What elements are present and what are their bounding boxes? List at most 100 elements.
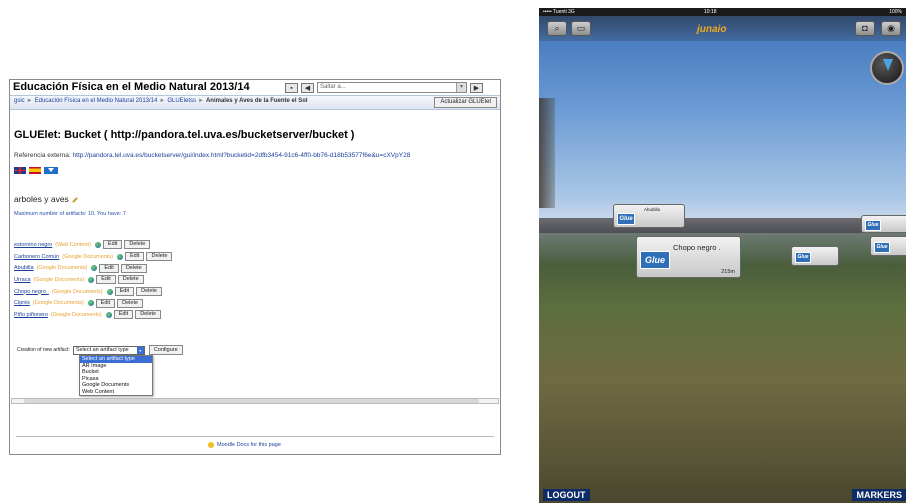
chevron-down-icon: ▾ xyxy=(136,346,144,354)
poi-marker-small[interactable]: Glue xyxy=(861,215,906,233)
breadcrumb: gsic ► Educación Física en el Medio Natura… xyxy=(14,98,308,104)
moodle-window: Educación Física en el Medio Natural 201… xyxy=(9,79,501,455)
artifact-link[interactable]: Ciprés xyxy=(14,300,30,306)
breadcrumb-item-gluelets[interactable]: GLUEletss xyxy=(167,98,196,104)
poi-marker-small[interactable]: Glue Abubilla xyxy=(613,204,685,228)
artifact-type-select[interactable]: Select an artifact type ▾ xyxy=(72,345,145,355)
course-title: Educación Física en el Medio Natural 201… xyxy=(13,81,250,93)
artifact-row: estornino negro (Web Content) Edit Delete xyxy=(14,239,172,251)
artifact-type: (Google Documents) xyxy=(33,276,85,283)
spain-flag-icon[interactable] xyxy=(29,167,41,174)
footer: Moodle Docs for this page xyxy=(208,442,281,448)
navbar: gsic ► Educación Física en el Medio Natura… xyxy=(10,95,500,110)
delete-button[interactable]: Delete xyxy=(117,298,144,308)
jump-to-select[interactable]: Saltar a... ▾ xyxy=(317,82,467,93)
artifact-row: Carbonero Común (Google Documents) Edit Del… xyxy=(14,251,173,263)
artifact-link[interactable]: Piño piñonero xyxy=(14,312,48,318)
poi-name: Abubilla xyxy=(644,207,661,212)
update-gluelet-button[interactable]: Actualizar GLUElet xyxy=(434,97,497,108)
configure-button[interactable]: Configure xyxy=(148,345,183,355)
artifact-link[interactable]: Chopo negro . xyxy=(14,289,49,295)
gluelet-icon: Glue xyxy=(795,252,811,263)
scan-icon[interactable]: ◉ xyxy=(881,21,901,36)
breadcrumb-item-current: Animales y Aves de la Fuente el Sol xyxy=(205,98,308,104)
search-icon[interactable]: ⌕ xyxy=(547,21,567,36)
jump-to-controls: ▪ ◀ Saltar a... ▾ ▶ xyxy=(285,82,483,93)
bucket-name: arboles y aves xyxy=(14,194,78,204)
poi-marker-main[interactable]: Glue Chopo negro . 215m xyxy=(636,236,741,278)
compass-radar-icon xyxy=(870,51,904,85)
artifact-link[interactable]: Abubilla xyxy=(14,265,34,271)
globe-icon[interactable] xyxy=(87,300,94,307)
globe-icon[interactable] xyxy=(105,311,112,318)
edit-button[interactable]: Edit xyxy=(96,275,116,285)
menu-icon[interactable]: ▭ xyxy=(571,21,591,36)
artifact-link[interactable]: Carbonero Común xyxy=(14,254,59,260)
artifact-row: Piño piñonero (Google Documents) Edit Delet… xyxy=(14,309,172,321)
logout-button[interactable]: LOGOUT xyxy=(543,489,590,501)
creation-label: Creation of new artifact: xyxy=(17,347,70,353)
artifact-row: Chopo negro . (Google Documents) Edit Delet… xyxy=(14,286,172,298)
jump-to-placeholder: Saltar a... xyxy=(320,84,346,90)
poi-marker-small[interactable]: Glue xyxy=(870,236,906,256)
next-arrow-icon[interactable]: ▶ xyxy=(470,82,483,93)
globe-icon[interactable] xyxy=(117,253,123,260)
poi-name: Chopo negro . xyxy=(673,243,721,252)
ar-bottom-bar: LOGOUT MARKERS xyxy=(539,489,906,503)
gluelet-icon: Glue xyxy=(617,213,635,225)
battery-label: 100% xyxy=(889,9,902,15)
pencil-icon[interactable] xyxy=(71,196,78,203)
camera-icon[interactable]: ◘ xyxy=(855,21,875,36)
app-logo: junaio xyxy=(697,24,727,35)
page-title: GLUElet: Bucket ( http://pandora.tel.uva… xyxy=(14,129,355,141)
edit-button[interactable]: Edit xyxy=(99,263,119,273)
artifact-row: Urraca (Google Documents) Edit Delete xyxy=(14,274,172,286)
poi-marker-small[interactable]: Glue xyxy=(791,246,839,266)
status-bar: ••••• Tuenti 3G 10:18 100% xyxy=(539,8,906,16)
globe-icon[interactable] xyxy=(106,288,113,295)
artifact-row: Abubilla (Google Documents) Edit Delete xyxy=(14,262,172,274)
moodle-docs-link[interactable]: Moodle Docs for this page xyxy=(217,442,281,448)
artifact-type: (Google Documents) xyxy=(62,253,113,260)
delete-button[interactable]: Delete xyxy=(135,310,162,320)
delete-button[interactable]: Delete xyxy=(117,275,144,285)
delete-button[interactable]: Delete xyxy=(124,240,151,250)
globe-icon[interactable] xyxy=(94,241,101,248)
globe-icon[interactable] xyxy=(91,265,98,272)
language-flags xyxy=(14,167,58,174)
edit-button[interactable]: Edit xyxy=(114,287,135,297)
edit-button[interactable]: Edit xyxy=(102,240,123,250)
clock: 10:18 xyxy=(704,9,717,15)
artifact-list: estornino negro (Web Content) Edit Delete Ca… xyxy=(14,239,173,321)
markers-button[interactable]: MARKERS xyxy=(852,489,906,501)
breadcrumb-item-course[interactable]: Educación Física en el Medio Natural 201… xyxy=(35,98,158,104)
scrollbar-thumb[interactable] xyxy=(24,399,479,403)
artifact-row: Ciprés (Google Documents) Edit Delete xyxy=(14,297,172,309)
delete-button[interactable]: Delete xyxy=(136,287,162,297)
language-dropdown-icon[interactable] xyxy=(44,167,58,174)
edit-button[interactable]: Edit xyxy=(113,310,134,320)
delete-button[interactable]: Delete xyxy=(120,263,147,273)
artifact-link[interactable]: estornino negro xyxy=(14,242,52,248)
artifact-link[interactable]: Urraca xyxy=(14,277,31,283)
footer-divider xyxy=(16,436,494,437)
gluelet-icon: Glue xyxy=(640,251,670,269)
artifact-creation-row: Creation of new artifact: Select an arti… xyxy=(17,345,183,355)
globe-icon[interactable] xyxy=(88,276,95,283)
artifact-type-option[interactable]: Web Content xyxy=(80,389,152,396)
max-artifacts-info: Maximum number of artifacts: 10. You hav… xyxy=(14,211,126,217)
edit-button[interactable]: Edit xyxy=(95,298,116,308)
breadcrumb-item-gsic[interactable]: gsic xyxy=(14,98,25,104)
artifact-type-selected-value: Select an artifact type xyxy=(75,346,129,353)
delete-button[interactable]: Delete xyxy=(146,252,173,262)
horizontal-scrollbar[interactable] xyxy=(11,398,499,404)
external-reference-link[interactable]: http://pandora.tel.uva.es/bucketserver/g… xyxy=(73,152,411,159)
uk-flag-icon[interactable] xyxy=(14,167,26,174)
artifact-type: (Google Documents) xyxy=(32,300,84,307)
home-icon[interactable]: ▪ xyxy=(285,82,298,93)
edit-button[interactable]: Edit xyxy=(125,252,145,262)
external-reference-label: Referencia externa: xyxy=(14,152,71,159)
previous-arrow-icon[interactable]: ◀ xyxy=(301,82,314,93)
artifact-type-options: Select an artifact type AR Image Bucket Pic… xyxy=(79,355,153,396)
background-wall xyxy=(539,218,906,233)
